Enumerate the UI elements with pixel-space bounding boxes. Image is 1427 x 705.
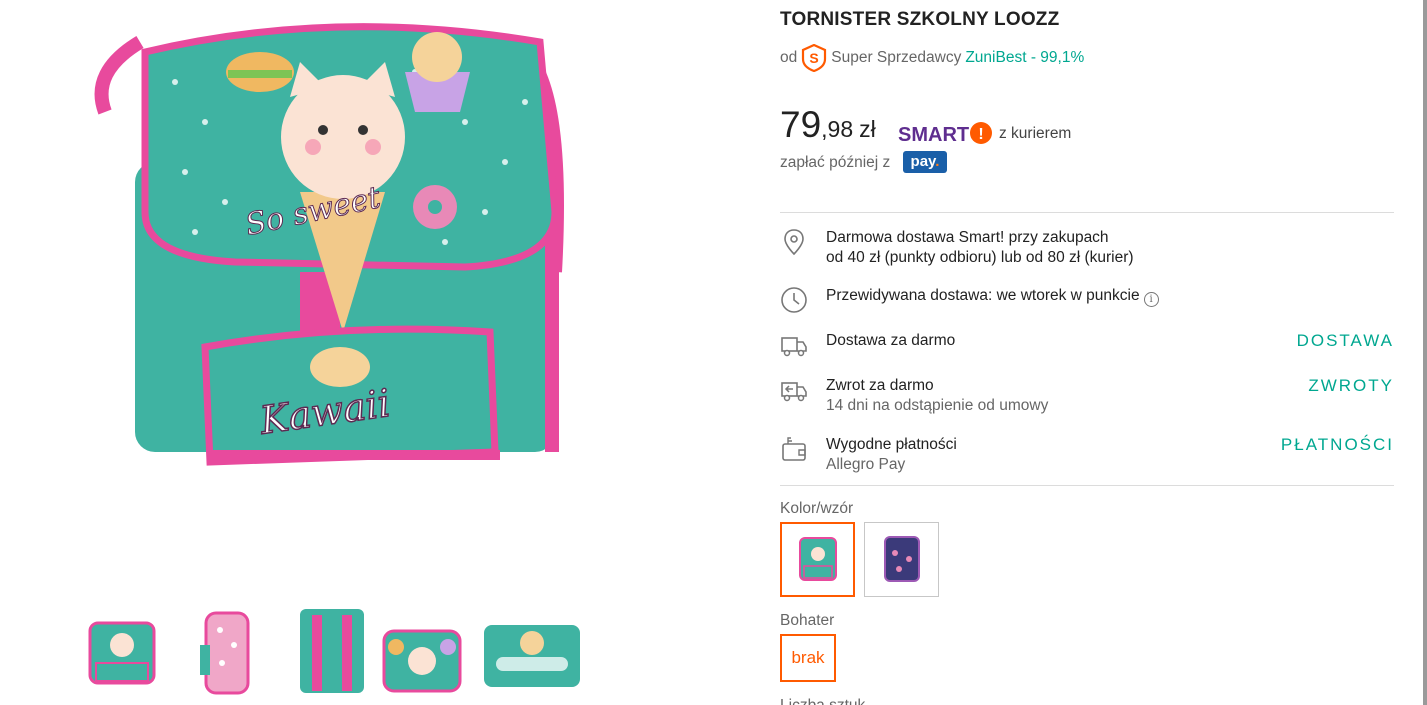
payments-link[interactable]: PŁATNOŚCI xyxy=(1281,435,1394,455)
location-pin-icon xyxy=(780,228,808,256)
price-decimals: ,98 xyxy=(821,116,854,142)
quantity-label: Liczba sztuk xyxy=(780,697,865,705)
price-currency: zł xyxy=(859,116,876,142)
delivery-link[interactable]: DOSTAWA xyxy=(1297,331,1394,351)
thumbnail-2[interactable] xyxy=(190,605,270,697)
wallet-icon xyxy=(780,435,808,463)
thumbnail-4[interactable] xyxy=(378,605,466,697)
free-return-line1: Zwrot za darmo xyxy=(826,377,934,394)
thumbnail-3[interactable] xyxy=(292,605,372,697)
hero-option-none[interactable]: brak xyxy=(780,634,836,682)
divider-bottom xyxy=(780,485,1394,486)
price: 79 ,98 zł xyxy=(780,104,876,146)
smart-exclaim-icon: ! xyxy=(978,126,983,143)
free-return-line2: 14 dni na odstąpienie od umowy xyxy=(826,397,1049,414)
smart-label: SMART xyxy=(898,124,969,146)
thumbnail-5[interactable] xyxy=(482,605,582,697)
color-swatch-navy[interactable] xyxy=(864,522,939,597)
allegro-pay-badge[interactable]: pay. xyxy=(903,151,947,173)
price-integer: 79 xyxy=(780,104,822,145)
window-edge xyxy=(1423,0,1427,705)
return-truck-icon xyxy=(780,376,808,404)
color-swatch-green[interactable] xyxy=(780,522,855,597)
expected-delivery-text: Przewidywana dostawa: we wtorek w punkci… xyxy=(826,287,1140,304)
seller-name-link[interactable]: ZuniBest - 99,1% xyxy=(965,49,1084,67)
free-shipping-text: Dostawa za darmo xyxy=(826,332,956,349)
product-title: TORNISTER SZKOLNY LOOZZ xyxy=(780,9,1060,30)
returns-link[interactable]: ZWROTY xyxy=(1308,376,1394,396)
product-main-image[interactable]: So sweet Kawaii xyxy=(85,12,575,482)
smart-logo: SMART ! xyxy=(898,119,994,152)
courier-text: z kurierem xyxy=(999,125,1072,142)
free-delivery-line1: Darmowa dostawa Smart! przy zakupach xyxy=(826,229,1109,246)
super-seller-badge-letter: S xyxy=(810,50,819,66)
pay-badge-text: pay xyxy=(910,153,936,170)
seller-info: od S Super Sprzedawcy ZuniBest - 99,1% xyxy=(780,43,1084,73)
seller-prefix: od xyxy=(780,49,798,66)
pay-badge-dot: . xyxy=(935,153,940,170)
payments-line2: Allegro Pay xyxy=(826,456,906,473)
divider-top xyxy=(780,212,1394,213)
clock-icon xyxy=(780,286,808,314)
payments-line1: Wygodne płatności xyxy=(826,436,957,453)
thumbnail-1[interactable] xyxy=(82,605,162,697)
truck-icon xyxy=(780,331,808,359)
super-seller-badge-icon: S xyxy=(801,43,827,73)
info-icon[interactable]: i xyxy=(1143,292,1159,307)
color-pattern-label: Kolor/wzór xyxy=(780,500,854,517)
seller-type: Super Sprzedawcy xyxy=(831,49,962,66)
free-delivery-line2: od 40 zł (punkty odbioru) lub od 80 zł (… xyxy=(826,249,1134,266)
thumbnail-strip xyxy=(82,605,592,700)
hero-label: Bohater xyxy=(780,612,835,629)
pay-later-text: zapłać później z xyxy=(780,154,891,171)
